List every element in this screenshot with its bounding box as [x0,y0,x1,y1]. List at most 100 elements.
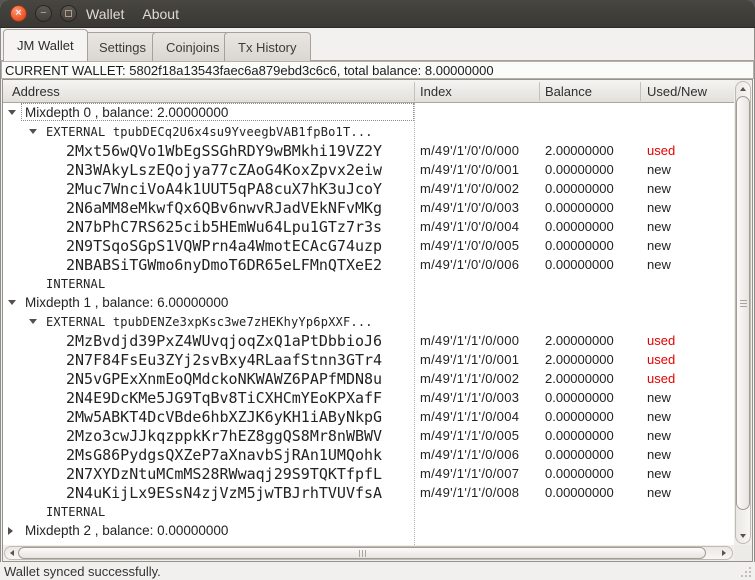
cell-status: new [647,257,671,272]
scroll-right-icon[interactable] [717,547,730,559]
row-label: 2N9TSqoSGpS1VQWPrn4a4WmotECAcG74uzp [66,236,383,255]
row-label: 2Mzo3cwJJkqzppkKr7hEZ8ggQS8Mr8nWBWV [66,426,383,445]
cell-index: m/49'/1'/0'/0/003 [420,200,520,215]
cell-status: used [647,333,676,348]
address-row[interactable]: 2N5vGPExXnmEoQMdckoNKWAWZ6PAPfMDN8u m/49'… [3,369,734,388]
horizontal-scrollbar[interactable] [3,545,734,561]
tab-jm-wallet[interactable]: JM Wallet [3,29,88,61]
cell-balance: 0.00000000 [545,162,614,177]
cell-balance: 0.00000000 [545,181,614,196]
row-label: 2N4E9DcKMe5JG9TqBv8TiCXHCmYEoKPXafF [66,388,383,407]
cell-balance: 2.00000000 [545,371,614,386]
row-label: 2N7F84FsEu3ZYj2svBxy4RLaafStnn3GTr4 [66,350,383,369]
mixdepth-row[interactable]: Mixdepth 1 , balance: 6.00000000 [3,293,734,312]
column-header-index[interactable]: Index [420,80,452,102]
cell-status: used [647,352,676,367]
branch-row[interactable]: INTERNAL [3,274,734,293]
cell-index: m/49'/1'/1'/0/003 [420,390,520,405]
address-row[interactable]: 2N3WAkyLszEQojya77cZAoG4KoxZpvx2eiw m/49'… [3,160,734,179]
cell-status: new [647,485,671,500]
wallet-tree: Address Index Balance Used/New Mixdepth … [2,79,753,562]
scrollbar-thumb[interactable] [736,96,750,510]
tab-settings[interactable]: Settings [85,32,160,61]
cell-status: new [647,390,671,405]
address-row[interactable]: 2N6aMM8eMkwfQx6QBv6nwvRJadVEkNFvMKg m/49'… [3,198,734,217]
cell-status: new [647,428,671,443]
row-label: 2MzBvdjd39PxZ4WUvqjoqZxQ1aPtDbbioJ6 [66,331,383,350]
address-row[interactable]: 2N9TSqoSGpS1VQWPrn4a4WmotECAcG74uzp m/49'… [3,236,734,255]
cell-balance: 0.00000000 [545,485,614,500]
row-label: 2MsG86PydgsQXZeP7aXnavbSjRAn1UMQohk [66,445,383,464]
row-label: 2N5vGPExXnmEoQMdckoNKWAWZ6PAPfMDN8u [66,369,383,388]
cell-status: used [647,371,676,386]
titlebar: × − Wallet About [0,0,755,28]
address-row[interactable]: 2N7bPhC7RS625cib5HEmWu64Lpu1GTz7r3s m/49'… [3,217,734,236]
cell-balance: 0.00000000 [545,466,614,481]
scrollbar-thumb[interactable] [18,547,706,559]
cell-balance: 0.00000000 [545,200,614,215]
address-row[interactable]: 2MsG86PydgsQXZeP7aXnavbSjRAn1UMQohk m/49'… [3,445,734,464]
minimize-icon[interactable]: − [35,5,52,22]
address-row[interactable]: 2Mxt56wQVo1WbEgSSGhRDY9wBMkhi19VZ2Y m/49'… [3,141,734,160]
mixdepth-row[interactable]: Mixdepth 0 , balance: 2.00000000 [3,103,734,122]
row-label: INTERNAL [46,504,106,519]
scroll-left-icon[interactable] [5,547,18,559]
menu-wallet[interactable]: Wallet [77,0,133,28]
cell-index: m/49'/1'/0'/0/001 [420,162,520,177]
cell-index: m/49'/1'/1'/0/007 [420,466,520,481]
branch-row[interactable]: EXTERNAL tpubDENZe3xpKsc3we7zHEKhyYp6pXX… [3,312,734,331]
cell-status: new [647,466,671,481]
expander-icon[interactable] [29,127,46,137]
branch-row[interactable]: EXTERNAL tpubDECq2U6x4su9YveegbVAB1fpBo1… [3,122,734,141]
current-wallet-banner: CURRENT WALLET: 5802f18a13543faec6a879eb… [1,61,754,79]
address-row[interactable]: 2N7XYDzNtuMCmMS28RWwaqj29S9TQKTfpfL m/49'… [3,464,734,483]
scroll-up-icon[interactable] [736,82,750,96]
tab-coinjoins[interactable]: Coinjoins [152,32,234,61]
column-header-address[interactable]: Address [12,80,60,102]
cell-balance: 0.00000000 [545,447,614,462]
row-label: INTERNAL [46,276,106,291]
column-header-balance[interactable]: Balance [545,80,592,102]
tab-tx-history[interactable]: Tx History [224,32,311,61]
scroll-down-icon[interactable] [736,529,750,543]
status-message: Wallet synced successfully. [4,563,161,579]
cell-index: m/49'/1'/1'/0/000 [420,333,520,348]
row-label: EXTERNAL tpubDECq2U6x4su9YveegbVAB1fpBo1… [46,124,373,139]
cell-status: new [647,409,671,424]
address-row[interactable]: 2NBABSiTGWmo6nyDmoT6DR65eLFMnQTXeE2 m/49'… [3,255,734,274]
column-separator [640,82,641,101]
cell-balance: 0.00000000 [545,257,614,272]
address-row[interactable]: 2Muc7WnciVoA4k1UUT5qPA8cuX7hK3uJcoY m/49'… [3,179,734,198]
cell-index: m/49'/1'/1'/0/008 [420,485,520,500]
address-row[interactable]: 2N4E9DcKMe5JG9TqBv8TiCXHCmYEoKPXafF m/49'… [3,388,734,407]
cell-balance: 2.00000000 [545,333,614,348]
close-icon[interactable]: × [10,5,27,22]
resize-grip-icon[interactable] [739,565,751,577]
address-row[interactable]: 2Mw5ABKT4DcVBde6hbXZJK6yKH1iAByNkpG m/49'… [3,407,734,426]
row-label: 2Mxt56wQVo1WbEgSSGhRDY9wBMkhi19VZ2Y [66,141,383,160]
address-row[interactable]: 2Mzo3cwJJkqzppkKr7hEZ8ggQS8Mr8nWBWV m/49'… [3,426,734,445]
cell-index: m/49'/1'/1'/0/001 [420,352,520,367]
mixdepth-row[interactable]: Mixdepth 2 , balance: 0.00000000 [3,521,734,540]
cell-status: used [647,143,676,158]
row-label: 2N4uKijLx9ESsN4zjVzM5jwTBJrhTVUVfsA [66,483,383,502]
cell-status: new [647,447,671,462]
cell-balance: 0.00000000 [545,238,614,253]
cell-status: new [647,200,671,215]
expander-icon[interactable] [8,526,25,536]
branch-row[interactable]: INTERNAL [3,502,734,521]
expander-icon[interactable] [8,298,25,308]
cell-index: m/49'/1'/0'/0/000 [420,143,520,158]
maximize-icon[interactable] [60,5,77,22]
address-row[interactable]: 2N4uKijLx9ESsN4zjVzM5jwTBJrhTVUVfsA m/49'… [3,483,734,502]
column-header-used-new[interactable]: Used/New [647,80,707,102]
vertical-scrollbar[interactable] [734,80,752,545]
cell-index: m/49'/1'/0'/0/002 [420,181,520,196]
address-row[interactable]: 2N7F84FsEu3ZYj2svBxy4RLaafStnn3GTr4 m/49'… [3,350,734,369]
expander-icon[interactable] [29,317,46,327]
address-row[interactable]: 2MzBvdjd39PxZ4WUvqjoqZxQ1aPtDbbioJ6 m/49'… [3,331,734,350]
menu-about[interactable]: About [133,0,188,28]
row-label: 2Muc7WnciVoA4k1UUT5qPA8cuX7hK3uJcoY [66,179,383,198]
row-label: 2NBABSiTGWmo6nyDmoT6DR65eLFMnQTXeE2 [66,255,383,274]
